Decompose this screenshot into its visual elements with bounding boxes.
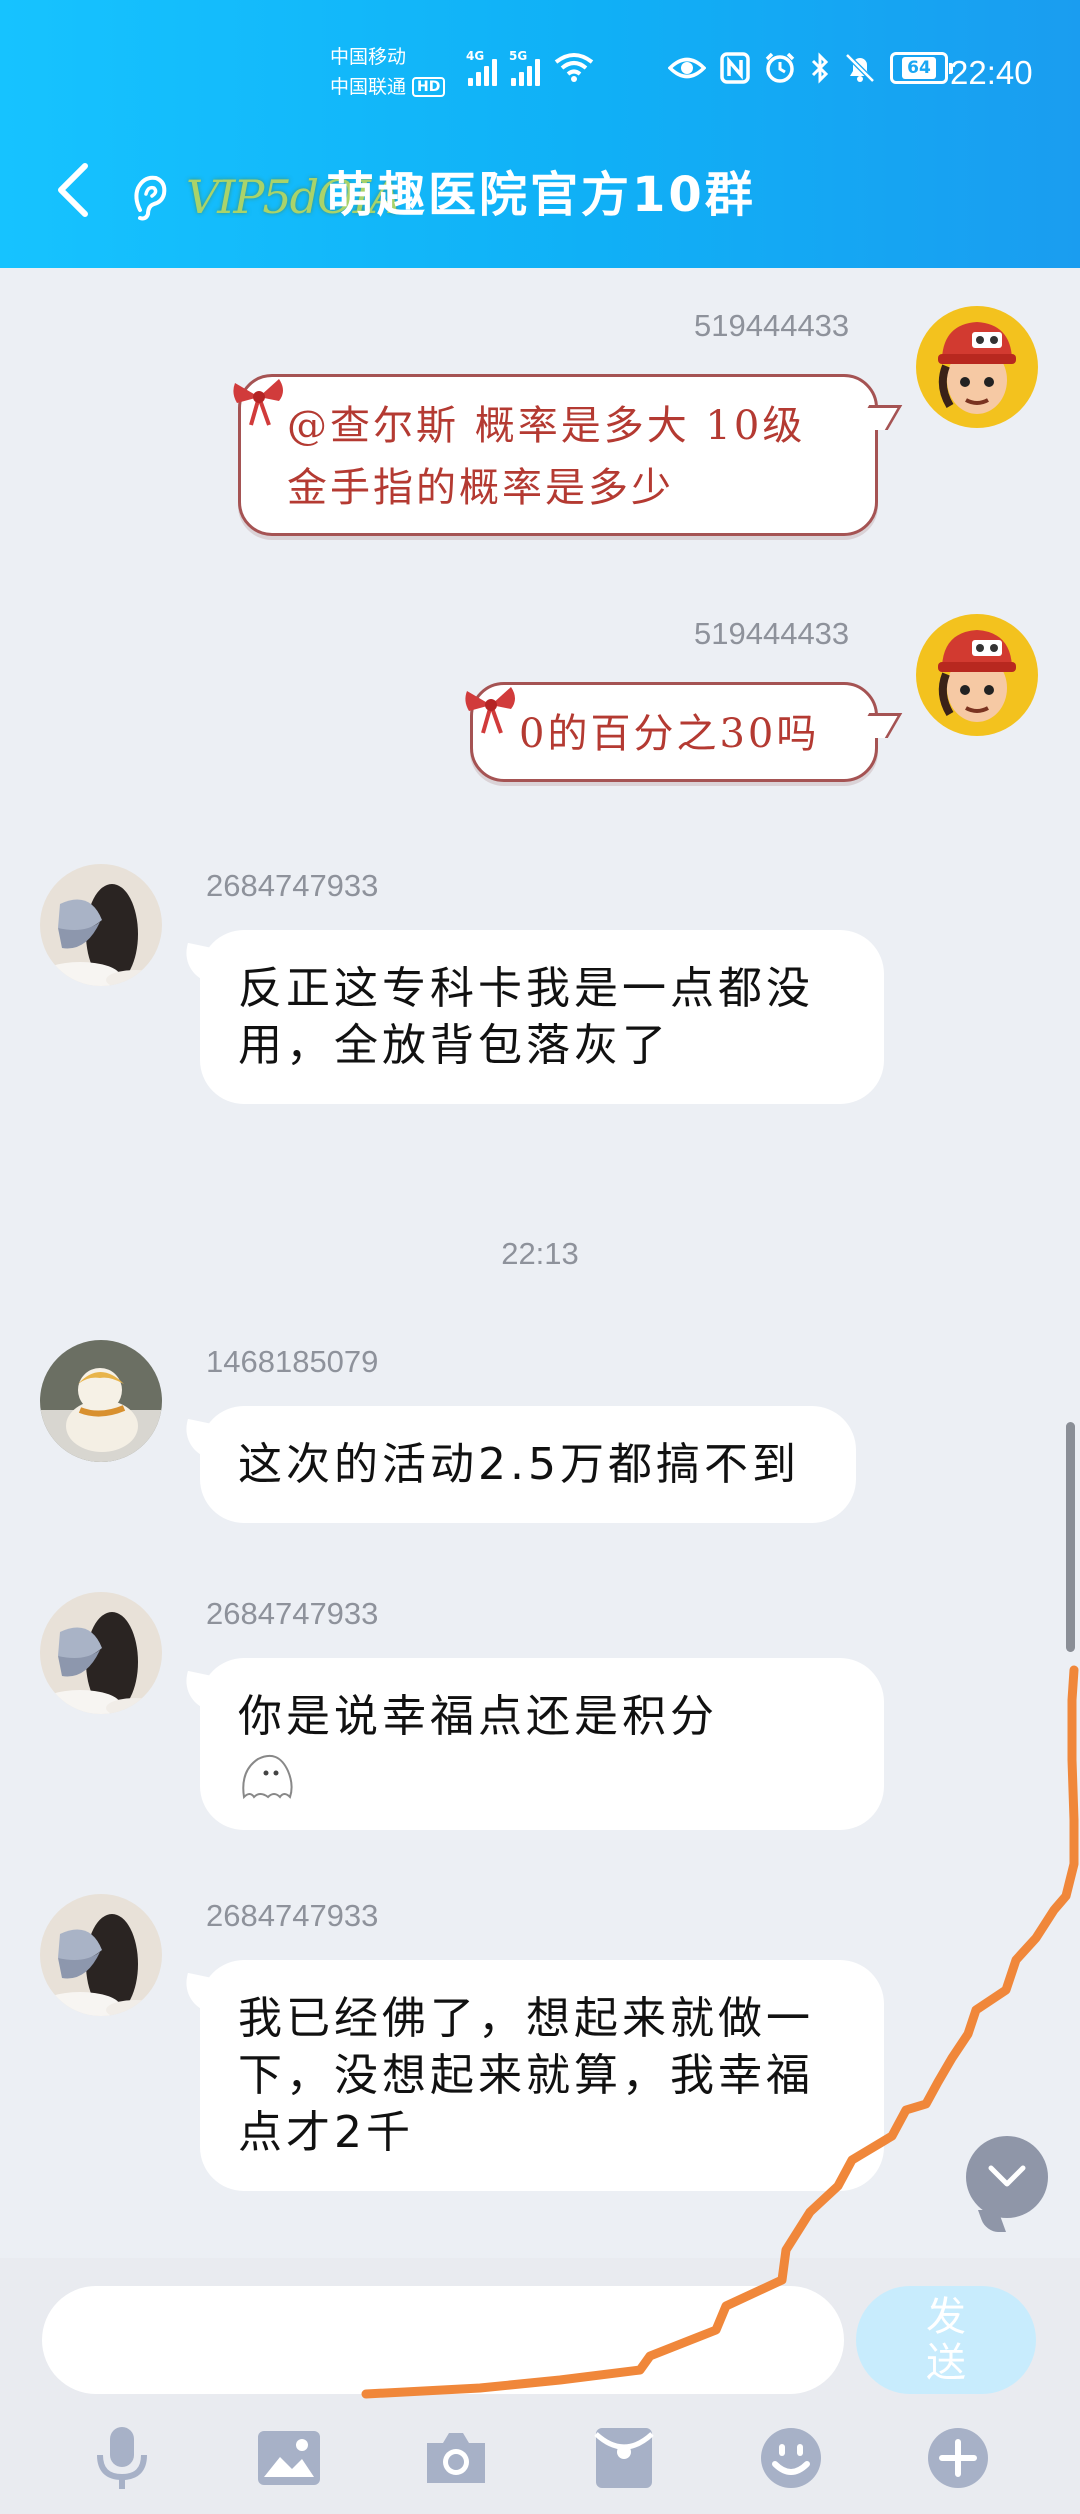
message-bubble[interactable]: 你是说幸福点还是积分 [200,1658,884,1830]
net-type-1: 4G [466,49,485,63]
ribbon-bow-icon [233,379,283,426]
input-area: 发送 [0,2258,1080,2514]
chevron-down-icon [988,2165,1026,2187]
ear-icon[interactable] [130,172,170,228]
message-bubble[interactable]: 0的百分之30吗 [465,682,878,782]
chevron-left-icon [58,163,88,217]
voice-button[interactable] [77,2413,167,2503]
hd-badge: HD [412,77,446,97]
header-bar: 中国移动 中国联通 HD 4G 5G 64 22:40 VIP5dOIA 萌趣医… [0,0,1080,268]
avatar[interactable] [40,1592,162,1714]
camera-icon [427,2433,486,2483]
message-sender: 519444433 [694,616,850,651]
message-bubble[interactable]: 这次的活动2.5万都搞不到 [200,1406,856,1523]
avatar[interactable] [916,306,1038,428]
image-button[interactable] [244,2413,334,2503]
status-icons: 64 [668,52,953,84]
net-type-2: 5G [509,49,528,63]
back-button[interactable] [42,160,102,220]
image-icon [257,2431,320,2485]
time-divider: 22:13 [501,1236,579,1271]
carrier-info: 中国移动 中国联通 HD [330,42,446,102]
avatar[interactable] [40,864,162,986]
message-text: @查尔斯 概率是多大 10级金手指的概率是多少 [287,403,806,511]
battery-level: 64 [902,57,936,79]
nfc-icon [720,52,750,84]
scroll-to-bottom-button[interactable] [966,2136,1048,2218]
signal-5g-icon: 5G [509,49,540,86]
group-title: 萌趣医院官方10群 [326,167,756,223]
signal-indicators: 4G 5G [466,49,594,86]
message-bubble[interactable]: @查尔斯 概率是多大 10级金手指的概率是多少 [233,374,878,536]
battery-icon: 64 [890,52,953,84]
ribbon-bow-icon [465,687,515,734]
alarm-icon [764,52,796,84]
avatar[interactable] [916,614,1038,736]
mute-bell-icon [844,52,876,84]
message-text: 你是说幸福点还是积分 [238,1691,718,1742]
emoji-button[interactable] [746,2413,836,2503]
carrier-2: 中国联通 [330,76,407,98]
microphone-icon [96,2427,147,2489]
message-sender: 2684747933 [206,868,379,903]
message-bubble[interactable]: 我已经佛了，想起来就做一下，没想起来就算，我幸福点才2千 [200,1960,884,2191]
message-sender: 2684747933 [206,1596,379,1631]
message-text: 反正这专科卡我是一点都没用，全放背包落灰了 [238,963,814,1071]
status-clock: 22:40 [950,54,1033,91]
status-bar: 中国移动 中国联通 HD 4G 5G 64 22:40 [0,38,1080,108]
message-text: 这次的活动2.5万都搞不到 [238,1439,800,1490]
smiley-icon [760,2428,821,2488]
eye-icon [668,55,706,81]
message-text: 我已经佛了，想起来就做一下，没想起来就算，我幸福点才2千 [238,1993,814,2158]
red-packet-button[interactable] [579,2413,669,2503]
bluetooth-icon [810,52,830,84]
send-button-label: 发送 [926,2294,966,2386]
red-packet-icon [593,2428,654,2488]
more-button[interactable] [913,2413,1003,2503]
send-button[interactable]: 发送 [856,2286,1036,2394]
plus-icon [928,2428,989,2488]
ghost-emoji-icon [238,1751,846,1815]
scrollbar[interactable] [1066,1422,1075,1652]
message-sender: 519444433 [694,308,850,343]
message-sender: 2684747933 [206,1898,379,1933]
message-bubble[interactable]: 反正这专科卡我是一点都没用，全放背包落灰了 [200,930,884,1104]
message-input[interactable] [42,2286,844,2394]
message-text: 0的百分之30吗 [519,711,820,757]
carrier-1: 中国移动 [330,46,407,68]
signal-4g-icon: 4G [466,49,497,86]
avatar[interactable] [40,1340,162,1462]
wifi-icon [554,52,594,86]
nav-bar: VIP5dOIA 萌趣医院官方10群 [0,150,1080,240]
avatar[interactable] [40,1894,162,2016]
camera-button[interactable] [411,2413,501,2503]
input-toolbar [0,2408,1080,2508]
message-sender: 1468185079 [206,1344,379,1379]
